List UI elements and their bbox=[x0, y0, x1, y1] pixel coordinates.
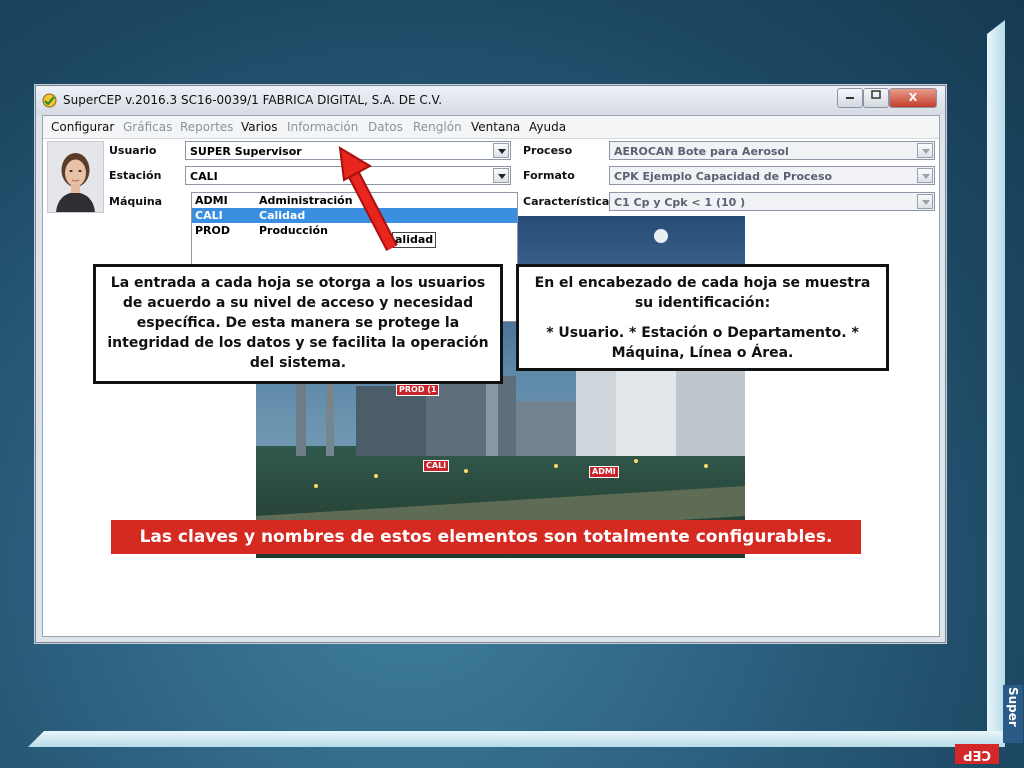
pointer-arrow-icon bbox=[338, 146, 398, 251]
slide-frame-right bbox=[987, 20, 1005, 735]
prod-tag: PROD (1 bbox=[396, 384, 440, 396]
menu-datos[interactable]: Datos bbox=[368, 120, 403, 134]
usuario-value: SUPER Supervisor bbox=[190, 145, 302, 158]
menu-renglon[interactable]: Renglón bbox=[413, 120, 462, 134]
close-button[interactable]: X bbox=[889, 88, 937, 108]
menu-ayuda[interactable]: Ayuda bbox=[529, 120, 566, 134]
chevron-down-icon[interactable] bbox=[493, 168, 509, 183]
list-item-name: Producción bbox=[259, 224, 328, 237]
note-right-line1: En el encabezado de cada hoja se muestra… bbox=[534, 275, 871, 311]
list-item-code: ADMI bbox=[195, 194, 228, 207]
menu-ventana[interactable]: Ventana bbox=[471, 120, 520, 134]
chevron-down-icon[interactable] bbox=[917, 143, 933, 158]
proceso-label: Proceso bbox=[523, 144, 573, 157]
maximize-icon bbox=[871, 90, 881, 99]
formato-select[interactable]: CPK Ejemplo Capacidad de Proceso bbox=[609, 166, 935, 185]
formato-value: CPK Ejemplo Capacidad de Proceso bbox=[614, 170, 833, 183]
menu-configurar[interactable]: Configurar bbox=[51, 120, 114, 134]
list-item-code: PROD bbox=[195, 224, 231, 237]
menu-varios[interactable]: Varios bbox=[241, 120, 278, 134]
proceso-select[interactable]: AEROCAN Bote para Aerosol bbox=[609, 141, 935, 160]
estacion-value: CALI bbox=[190, 170, 218, 183]
caracteristica-label: Característica bbox=[523, 195, 610, 208]
admi-tag: ADMI bbox=[589, 466, 619, 478]
menu-graficas[interactable]: Gráficas bbox=[123, 120, 172, 134]
window-title: SuperCEP v.2016.3 SC16-0039/1 FABRICA DI… bbox=[63, 93, 443, 107]
chevron-down-icon[interactable] bbox=[917, 168, 933, 183]
app-window: SuperCEP v.2016.3 SC16-0039/1 FABRICA DI… bbox=[35, 85, 946, 643]
minimize-button[interactable] bbox=[837, 88, 863, 108]
note-right-line2: * Usuario. * Estación o Departamento. * … bbox=[546, 325, 859, 361]
chevron-down-icon[interactable] bbox=[493, 143, 509, 158]
client-area: Configurar Gráficas Reportes Varios Info… bbox=[42, 115, 940, 637]
list-item-code: CALI bbox=[195, 209, 223, 222]
maximize-button[interactable] bbox=[863, 88, 889, 108]
maquina-label: Máquina bbox=[109, 195, 163, 208]
caracteristica-value: C1 Cp y Cpk < 1 (10 ) bbox=[614, 196, 746, 209]
menu-informacion[interactable]: Información bbox=[287, 120, 358, 134]
app-icon bbox=[42, 93, 57, 108]
cali-tag: CALI bbox=[423, 460, 450, 472]
menu-reportes[interactable]: Reportes bbox=[180, 120, 233, 134]
minimize-icon bbox=[846, 97, 854, 99]
menu-bar: Configurar Gráficas Reportes Varios Info… bbox=[43, 116, 939, 139]
user-photo bbox=[48, 142, 103, 212]
brand-cep-tab: CEP bbox=[955, 744, 999, 764]
estacion-label: Estación bbox=[109, 169, 162, 182]
caracteristica-select[interactable]: C1 Cp y Cpk < 1 (10 ) bbox=[609, 192, 935, 211]
user-avatar bbox=[47, 141, 104, 213]
chevron-down-icon[interactable] bbox=[917, 194, 933, 209]
formato-label: Formato bbox=[523, 169, 575, 182]
title-bar: SuperCEP v.2016.3 SC16-0039/1 FABRICA DI… bbox=[36, 86, 945, 115]
configurable-banner: Las claves y nombres de estos elementos … bbox=[111, 520, 861, 554]
brand-super-tab: Super bbox=[1003, 685, 1023, 743]
list-item-name: Calidad bbox=[259, 209, 306, 222]
note-left: La entrada a cada hoja se otorga a los u… bbox=[93, 264, 503, 384]
brand-super-label: Super bbox=[1006, 687, 1020, 727]
proceso-value: AEROCAN Bote para Aerosol bbox=[614, 145, 789, 158]
usuario-label: Usuario bbox=[109, 144, 157, 157]
slide-frame-bottom bbox=[28, 731, 1005, 747]
note-right: En el encabezado de cada hoja se muestra… bbox=[516, 264, 889, 371]
